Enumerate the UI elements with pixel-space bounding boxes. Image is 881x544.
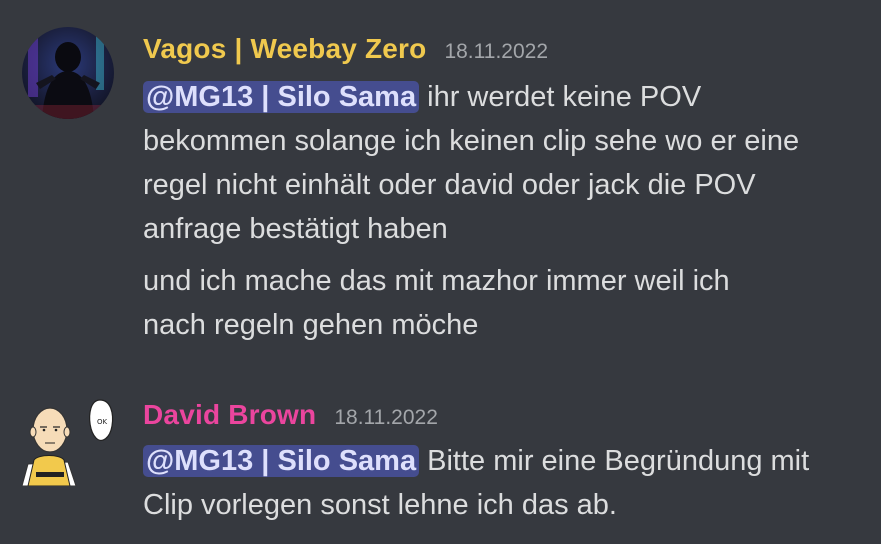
hooded-figure-avatar-icon [22, 27, 114, 119]
message-1: Vagos | Weebay Zero 18.11.2022 @MG13 | S… [0, 0, 881, 370]
message-header: David Brown 18.11.2022 [143, 399, 861, 435]
timestamp: 18.11.2022 [444, 40, 548, 63]
message-line: @MG13 | Silo Sama ihr werdet keine POV [143, 75, 861, 119]
message-text: Bitte mir eine Begründung mit [419, 445, 810, 477]
username[interactable]: Vagos | Weebay Zero [143, 33, 426, 65]
message-line: Clip vorlegen sonst lehne ich das ab. [143, 489, 617, 521]
message-line: regel nicht einhält oder david oder jack… [143, 169, 756, 201]
user-mention[interactable]: @MG13 | Silo Sama [143, 81, 420, 113]
username[interactable]: David Brown [143, 399, 316, 431]
message-body: @MG13 | Silo Sama ihr werdet keine POV b… [143, 75, 861, 347]
message-line: @MG13 | Silo Sama Bitte mir eine Begründ… [143, 439, 861, 483]
bubble-text: OK [97, 418, 108, 426]
message-line: nach regeln gehen möche [143, 309, 479, 341]
saitama-ok-avatar-icon: OK [21, 399, 114, 487]
avatar-vagos[interactable] [22, 27, 114, 119]
avatar-david[interactable]: OK [18, 394, 118, 487]
message-line: bekommen solange ich keinen clip sehe wo… [143, 125, 800, 157]
message-line: anfrage bestätigt haben [143, 213, 448, 245]
timestamp: 18.11.2022 [334, 406, 438, 429]
message-paragraph: und ich mache das mit mazhor immer weil … [143, 259, 861, 347]
message-body: @MG13 | Silo Sama Bitte mir eine Begründ… [143, 439, 861, 527]
message-line: und ich mache das mit mazhor immer weil … [143, 265, 730, 297]
message-header: Vagos | Weebay Zero 18.11.2022 [143, 33, 861, 69]
message-2: OK David Brown 18.11.2022 @MG13 | Silo S… [0, 380, 881, 544]
message-text: ihr werdet keine POV [419, 81, 702, 113]
user-mention[interactable]: @MG13 | Silo Sama [143, 445, 420, 477]
